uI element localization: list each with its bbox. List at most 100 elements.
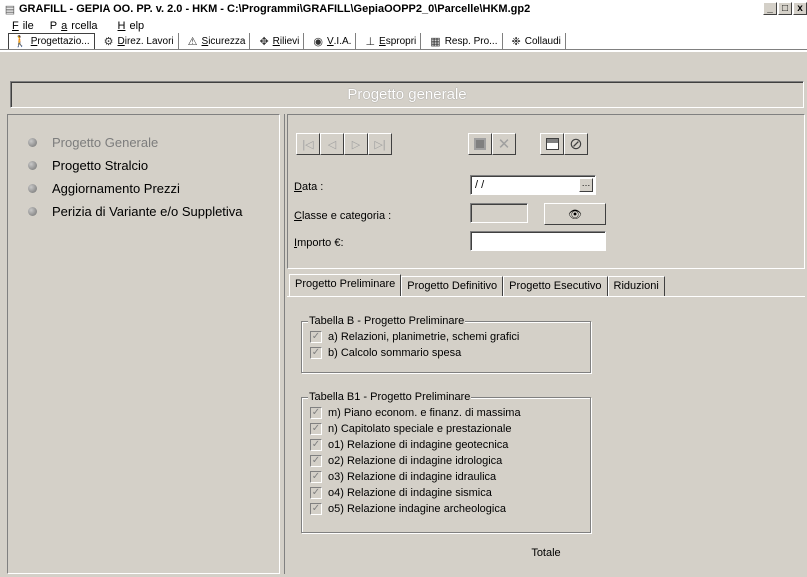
- first-record-button[interactable]: |◁: [296, 133, 320, 155]
- project-type-panel: Progetto Generale Progetto Stralcio Aggior…: [7, 114, 280, 574]
- responsible-icon: ▦: [430, 35, 441, 48]
- export-icon: [545, 138, 559, 150]
- checkbox-label: m) Piano econom. e finanz. di massima: [328, 407, 521, 419]
- module-tab[interactable]: 🚶 Progettazio...: [8, 33, 95, 49]
- phase-tab[interactable]: Progetto Esecutivo: [503, 276, 608, 296]
- bullet-icon: [28, 138, 37, 147]
- person-icon: 🚶: [13, 36, 27, 48]
- expropriation-icon: ⊥: [365, 35, 376, 48]
- checkbox-checked-icon[interactable]: ✓: [310, 331, 322, 343]
- classe-label: Classe e categoria :: [294, 210, 392, 222]
- checkbox-label: a) Relazioni, planimetrie, schemi grafic…: [328, 331, 520, 343]
- project-type-option[interactable]: Progetto Generale: [28, 135, 158, 150]
- totale-label: Totale: [531, 547, 561, 559]
- tabella-b-group: Tabella B - Progetto Preliminare ✓ a) Rel…: [301, 315, 591, 373]
- detail-panel: |◁ ◁ ▷ ▷| ✕ ⊘ Data : / / … Classe e cate…: [284, 114, 807, 574]
- app-window: ▤ GRAFILL - GEPIA OO. PP. v. 2.0 - HKM -…: [0, 0, 807, 577]
- checkbox-checked-icon[interactable]: ✓: [310, 455, 322, 467]
- window-title: GRAFILL - GEPIA OO. PP. v. 2.0 - HKM - C…: [19, 3, 531, 15]
- directions-icon: ⚙: [103, 35, 114, 48]
- bullet-icon: [28, 184, 37, 193]
- record-box: |◁ ◁ ▷ ▷| ✕ ⊘ Data : / / … Classe e cate…: [287, 114, 805, 269]
- checkbox-label: o4) Relazione di indagine sismica: [328, 487, 492, 499]
- checkbox-item[interactable]: ✓ o1) Relazione di indagine geotecnica: [310, 439, 508, 451]
- data-label: Data :: [294, 181, 324, 193]
- cancel-button[interactable]: ⊘: [564, 133, 588, 155]
- cancel-icon: ⊘: [569, 136, 583, 153]
- phase-tabs: Progetto Preliminare Progetto Definitivo P…: [289, 274, 665, 296]
- toolbar-separator: [0, 49, 807, 52]
- checkbox-label: b) Calcolo sommario spesa: [328, 347, 462, 359]
- checkbox-label: o1) Relazione di indagine geotecnica: [328, 439, 509, 451]
- option-label: Progetto Stralcio: [52, 158, 149, 173]
- checkbox-label: o5) Relazione indagine archeologica: [328, 503, 506, 515]
- checkbox-label: n) Capitolato speciale e prestazionale: [328, 423, 512, 435]
- option-label: Progetto Generale: [52, 135, 159, 150]
- checkbox-label: o2) Relazione di indagine idrologica: [328, 455, 503, 467]
- checkbox-checked-icon[interactable]: ✓: [310, 423, 322, 435]
- module-tab[interactable]: ◉ V .I.A.: [309, 33, 357, 49]
- maximize-button[interactable]: □: [778, 2, 792, 15]
- classe-field[interactable]: [470, 203, 528, 223]
- menu-item[interactable]: File: [0, 20, 42, 32]
- delete-button[interactable]: ✕: [492, 133, 516, 155]
- project-type-option[interactable]: Perizia di Variante e/o Suppletiva: [28, 204, 243, 219]
- module-tab[interactable]: ⊥ Espropri: [361, 33, 422, 49]
- checkbox-checked-icon[interactable]: ✓: [310, 471, 322, 483]
- testing-icon: ❉: [511, 35, 521, 48]
- checkbox-item[interactable]: ✓ o4) Relazione di indagine sismica: [310, 487, 492, 499]
- option-label: Aggiornamento Prezzi: [52, 181, 180, 196]
- checkbox-checked-icon[interactable]: ✓: [310, 487, 322, 499]
- checkbox-checked-icon[interactable]: ✓: [310, 503, 322, 515]
- title-bar[interactable]: ▤ GRAFILL - GEPIA OO. PP. v. 2.0 - HKM -…: [0, 0, 807, 18]
- last-record-button[interactable]: ▷|: [368, 133, 392, 155]
- menu-item[interactable]: Help: [106, 20, 153, 32]
- date-picker-button[interactable]: …: [579, 178, 593, 192]
- previous-record-button[interactable]: ◁: [320, 133, 344, 155]
- project-type-option[interactable]: Aggiornamento Prezzi: [28, 181, 180, 196]
- checkbox-item[interactable]: ✓ o2) Relazione di indagine idrologica: [310, 455, 502, 467]
- checkbox-checked-icon[interactable]: ✓: [310, 407, 322, 419]
- checkbox-checked-icon[interactable]: ✓: [310, 439, 322, 451]
- tab-content: Tabella B - Progetto Preliminare ✓ a) Rel…: [287, 296, 805, 566]
- checkbox-item[interactable]: ✓ o5) Relazione indagine archeologica: [310, 503, 506, 515]
- module-tab[interactable]: ⚠ Sicurezza: [184, 33, 251, 49]
- tabella-b1-group: Tabella B1 - Progetto Preliminare ✓ m) Pi…: [301, 391, 591, 533]
- checkbox-item[interactable]: ✓ n) Capitolato speciale e prestazionale: [310, 423, 511, 435]
- menu-item[interactable]: Pa rcella: [42, 20, 106, 32]
- checkbox-item[interactable]: ✓ b) Calcolo sommario spesa: [310, 347, 461, 359]
- close-button[interactable]: x: [793, 2, 807, 15]
- page-title: Progetto generale: [10, 81, 804, 108]
- checkbox-label: o3) Relazione di indagine idraulica: [328, 471, 497, 483]
- bullet-icon: [28, 207, 37, 216]
- survey-icon: ✥: [259, 35, 269, 48]
- checkbox-item[interactable]: ✓ m) Piano econom. e finanz. di massima: [310, 407, 521, 419]
- project-type-option[interactable]: Progetto Stralcio: [28, 158, 148, 173]
- phase-tab[interactable]: Progetto Definitivo: [401, 276, 504, 296]
- eye-icon: 👁: [568, 208, 582, 221]
- importo-label: Importo €:: [294, 237, 344, 249]
- module-tab[interactable]: ▦ Resp. Pro...: [426, 33, 503, 49]
- tabella-b1-title: Tabella B1 - Progetto Preliminare: [308, 391, 472, 403]
- importo-field[interactable]: [470, 231, 606, 251]
- checkbox-item[interactable]: ✓ o3) Relazione di indagine idraulica: [310, 471, 496, 483]
- menu-bar: File Pa rcella Help: [0, 18, 807, 33]
- warning-icon: ⚠: [187, 35, 198, 48]
- module-tab[interactable]: ✥ Rilievi: [255, 33, 305, 49]
- globe-icon: ◉: [313, 35, 323, 48]
- module-tabs: 🚶 Progettazio... ⚙ Direz. Lavori ⚠ Sicurezza ✥…: [0, 33, 807, 49]
- app-icon: ▤: [4, 3, 16, 16]
- export-button[interactable]: [540, 133, 564, 155]
- option-label: Perizia di Variante e/o Suppletiva: [52, 204, 243, 219]
- phase-tab[interactable]: Progetto Preliminare: [289, 274, 402, 296]
- save-button[interactable]: [468, 133, 492, 155]
- view-button[interactable]: 👁: [544, 203, 606, 225]
- next-record-button[interactable]: ▷: [344, 133, 368, 155]
- checkbox-item[interactable]: ✓ a) Relazioni, planimetrie, schemi grafi…: [310, 331, 519, 343]
- data-field[interactable]: / / …: [470, 175, 596, 195]
- module-tab[interactable]: ❉ Collaudi: [508, 33, 566, 49]
- module-tab[interactable]: ⚙ Direz. Lavori: [100, 33, 179, 49]
- phase-tab[interactable]: Riduzioni: [607, 276, 665, 296]
- minimize-button[interactable]: _: [763, 2, 777, 15]
- checkbox-checked-icon[interactable]: ✓: [310, 347, 322, 359]
